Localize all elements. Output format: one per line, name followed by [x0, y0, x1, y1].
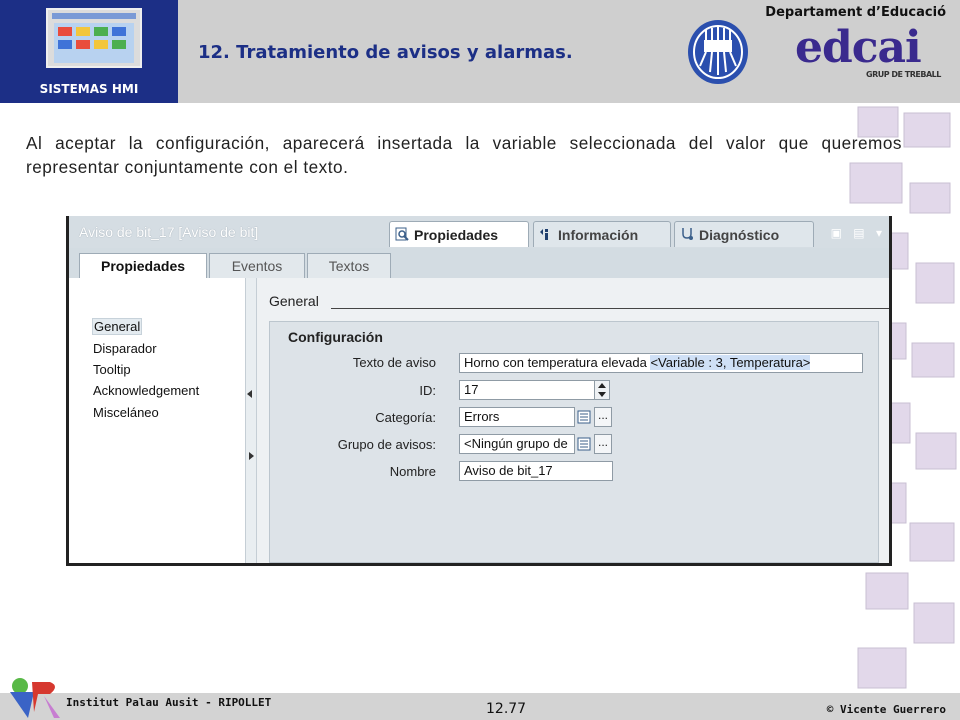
section-divider [331, 308, 889, 309]
hmi-screen-thumbnail [46, 8, 142, 68]
subtab-strip: Propiedades Eventos Textos [69, 248, 889, 279]
category-label: Categoría: [375, 410, 436, 425]
info-icon [540, 229, 548, 240]
tab-propiedades[interactable]: Propiedades [389, 221, 529, 247]
expand-right-icon[interactable] [249, 452, 254, 460]
id-label: ID: [419, 383, 436, 398]
alarm-text-input[interactable]: Horno con temperatura elevada <Variable … [459, 353, 863, 373]
edcai-logo-subtext: GRUP DE TREBALL [866, 70, 941, 79]
section-header: General [269, 293, 319, 309]
subtab-propiedades[interactable]: Propiedades [79, 253, 207, 279]
department-label: Departament d’Educació [765, 5, 946, 20]
arrow-up-icon[interactable] [598, 383, 606, 388]
collapse-left-icon[interactable] [247, 390, 252, 398]
diagnostics-icon [682, 228, 693, 240]
id-stepper[interactable] [594, 380, 610, 400]
footer-institution: Institut Palau Ausit - RIPOLLET [66, 696, 272, 709]
inspector-window-screenshot: Aviso de bit_17 [Aviso de bit] Propiedad… [66, 216, 892, 566]
body-paragraph: Al aceptar la configuración, aparecerá i… [26, 133, 902, 177]
name-input[interactable]: Aviso de bit_17 [459, 461, 613, 481]
name-label: Nombre [389, 464, 436, 479]
subtab-eventos[interactable]: Eventos [209, 253, 305, 279]
slide-title: 12. Tratamiento de avisos y alarmas. [198, 42, 573, 63]
properties-icon [395, 227, 409, 241]
alarm-text-value: Horno con temperatura elevada [464, 355, 651, 370]
category-input[interactable]: Errors [459, 407, 575, 427]
category-browse-button[interactable]: ... [594, 407, 612, 427]
group-title: Configuración [288, 329, 383, 345]
nav-item-acknowledgement[interactable]: Acknowledgement [93, 383, 199, 398]
tab-label: Propiedades [414, 227, 499, 243]
school-logo-icon [10, 678, 60, 718]
hmi-logo-box: SISTEMAS HMI [0, 0, 178, 103]
window-controls[interactable]: ▣ ▤ ▾ [831, 226, 886, 240]
properties-content: General Configuración Texto de aviso Hor… [257, 278, 889, 563]
inspector-title: Aviso de bit_17 [Aviso de bit] [79, 224, 259, 240]
id-input[interactable]: 17 [459, 380, 595, 400]
properties-nav: General Disparador Tooltip Acknowledgeme… [69, 278, 245, 563]
footer-author: © Vicente Guerrero [826, 703, 946, 716]
nav-item-miscelaneo[interactable]: Misceláneo [93, 405, 159, 420]
edcai-logo: edcai [795, 22, 922, 73]
list-icon[interactable] [577, 437, 591, 451]
circuit-logo-icon [688, 20, 748, 84]
configuration-group: Configuración Texto de aviso Horno con t… [269, 321, 879, 563]
tab-informacion[interactable]: Información [533, 221, 671, 247]
inspector-titlebar: Aviso de bit_17 [Aviso de bit] Propiedad… [69, 216, 889, 249]
nav-item-tooltip[interactable]: Tooltip [93, 362, 131, 377]
group-input[interactable]: <Ningún grupo de [459, 434, 575, 454]
logo-label: SISTEMAS HMI [39, 82, 139, 96]
list-icon[interactable] [577, 410, 591, 424]
arrow-down-icon[interactable] [598, 392, 606, 397]
tab-diagnostico[interactable]: Diagnóstico [674, 221, 814, 247]
inserted-variable[interactable]: <Variable : 3, Temperatura> [650, 355, 811, 370]
text-label: Texto de aviso [352, 355, 436, 370]
subtab-textos[interactable]: Textos [307, 253, 391, 279]
nav-item-general[interactable]: General [91, 318, 143, 335]
nav-item-disparador[interactable]: Disparador [93, 341, 157, 356]
pane-splitter[interactable] [245, 278, 257, 563]
group-browse-button[interactable]: ... [594, 434, 612, 454]
footer-page-number: 12.77 [486, 701, 527, 717]
tab-label: Información [558, 227, 639, 243]
tab-label: Diagnóstico [699, 227, 780, 243]
group-label: Grupo de avisos: [337, 437, 436, 452]
